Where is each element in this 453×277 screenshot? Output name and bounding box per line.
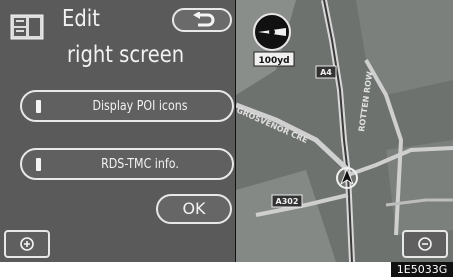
screen-split-icon <box>10 14 44 40</box>
return-arrow-icon <box>193 12 215 27</box>
display-poi-icons-label: Display POI icons <box>92 99 188 114</box>
zoom-in-button[interactable] <box>4 230 50 258</box>
display-poi-icons-button[interactable]: Display POI icons <box>20 90 234 122</box>
zoom-out-icon <box>418 237 432 251</box>
status-indicator <box>36 158 41 171</box>
ok-button[interactable]: OK <box>156 194 232 224</box>
navigation-screen: Edit right screen Display POI icons RDS-… <box>0 0 453 262</box>
zoom-out-button[interactable] <box>402 230 448 258</box>
map-scale-label: 100yd <box>258 56 289 66</box>
rds-tmc-info-label: RDS-TMC info. <box>101 157 179 172</box>
image-code-label: 1E5033G <box>391 262 453 277</box>
rds-tmc-info-button[interactable]: RDS-TMC info. <box>20 148 234 180</box>
back-button[interactable] <box>172 8 232 32</box>
page-title-line2: right screen <box>67 42 185 68</box>
road-label-a302: A302 <box>276 197 299 206</box>
compass-icon[interactable] <box>253 13 291 51</box>
road-label-a4: A4 <box>320 68 332 77</box>
zoom-in-icon <box>20 237 34 251</box>
ok-label: OK <box>182 199 206 218</box>
map-view[interactable]: 100yd A4 A302 GROSVENOR CRE ROTTEN ROW <box>236 0 453 262</box>
status-indicator <box>36 100 41 113</box>
settings-panel: Edit right screen Display POI icons RDS-… <box>0 0 235 262</box>
page-title-line1: Edit <box>62 6 100 32</box>
